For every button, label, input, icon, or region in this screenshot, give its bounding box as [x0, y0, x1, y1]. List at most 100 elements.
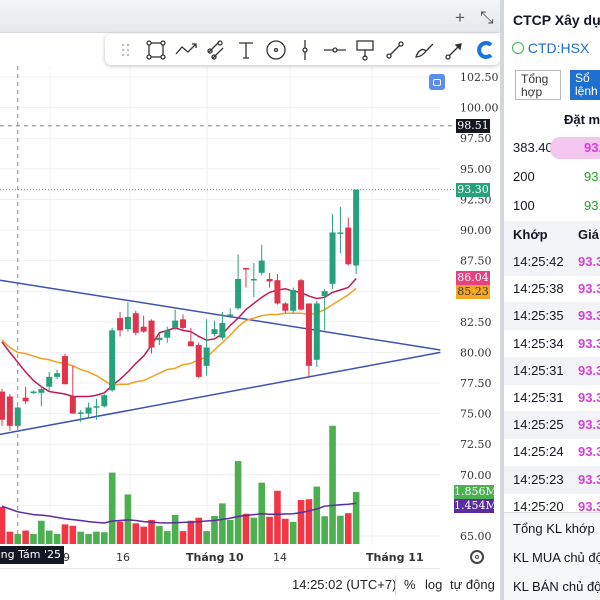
- log-toggle[interactable]: log: [425, 577, 442, 592]
- price-axis-label: 72.50: [460, 438, 492, 451]
- price-chart[interactable]: 102.50100.0097.5095.0092.5090.0087.5082.…: [0, 0, 500, 570]
- bid-header: Đặt mua: [564, 112, 600, 127]
- candle-body: [180, 319, 187, 328]
- order-row: 200 93.3: [504, 163, 600, 191]
- trade-price: 93.30: [578, 281, 600, 297]
- trade-price: 93.30: [578, 335, 600, 351]
- volume-bar: [289, 521, 297, 544]
- trades-time-header: Khớp: [513, 227, 548, 242]
- vertical-line-icon[interactable]: [291, 37, 321, 63]
- candle-body: [274, 280, 281, 304]
- arrow-tool-icon[interactable]: [440, 37, 470, 63]
- volume-bar: [101, 532, 108, 544]
- last-price-badge: 93.30: [456, 183, 490, 197]
- volume-bar: [274, 490, 281, 544]
- candle-body: [305, 303, 312, 366]
- trade-time: 14:25:31: [513, 362, 564, 378]
- callout-tool-icon[interactable]: [350, 37, 380, 63]
- order-book-panel: CTCP Xây dựng CTD:HSX Tổng hợp Sổ lệnh Đ…: [500, 0, 600, 600]
- price-axis-label: 100.00: [460, 102, 499, 115]
- candle-body: [172, 320, 179, 328]
- tab-order-book[interactable]: Sổ lệnh: [570, 70, 600, 100]
- trade-price: 93.30: [578, 417, 600, 433]
- auto-scale-toggle[interactable]: tự động: [450, 577, 495, 592]
- candle-body: [282, 303, 289, 311]
- drag-handle-icon[interactable]: [111, 37, 141, 63]
- volume-bar: [321, 516, 328, 544]
- volume-bar: [305, 499, 313, 544]
- candle-body: [187, 341, 194, 347]
- horizontal-line-icon[interactable]: [320, 37, 350, 63]
- trade-row: 14:25:25 93.30: [504, 411, 600, 440]
- volume-bar: [30, 533, 37, 544]
- volume-bar: [282, 518, 289, 544]
- settings-gear-icon[interactable]: [470, 550, 484, 564]
- candle-body: [329, 232, 336, 284]
- candle-body: [219, 323, 226, 338]
- volume-bar: [226, 519, 234, 544]
- trade-row: 14:25:23 93.30: [504, 465, 600, 494]
- volume-bar: [234, 461, 242, 544]
- volume-bar: [219, 503, 226, 544]
- time-tick: Tháng 11: [366, 551, 424, 564]
- candle-body: [337, 232, 344, 234]
- trade-price: 93.30: [578, 362, 600, 378]
- parallel-channel-icon[interactable]: [201, 37, 231, 63]
- volume-bar: [61, 524, 69, 544]
- tab-summary[interactable]: Tổng hợp: [515, 70, 561, 100]
- candle-body: [14, 407, 21, 426]
- candle-body: [46, 376, 53, 387]
- trade-price: 93.30: [578, 471, 600, 487]
- time-tick: 16: [116, 551, 130, 564]
- clock-time: 14:25:02 (UTC+7): [292, 577, 397, 592]
- volume-bar: [85, 533, 92, 544]
- volume-bar: [313, 486, 321, 544]
- candle-body: [117, 318, 124, 331]
- trade-price: 93.30: [578, 444, 600, 460]
- symbol-label: CTD:HSX: [527, 40, 590, 56]
- candle-body: [38, 389, 45, 393]
- candle-body: [93, 406, 100, 408]
- trade-price: 93.30: [578, 390, 600, 405]
- price-axis-label: 87.50: [460, 255, 492, 268]
- refresh-icon[interactable]: [470, 37, 500, 63]
- time-tick: Tháng 10: [186, 551, 244, 564]
- volume-bar: [53, 533, 61, 544]
- percent-toggle[interactable]: %: [404, 577, 416, 592]
- path-tool-icon[interactable]: [171, 37, 201, 63]
- time-tick: 9: [63, 551, 70, 564]
- candle-body: [124, 316, 131, 330]
- order-qty: 100: [513, 198, 535, 213]
- trend-line-icon[interactable]: [380, 37, 410, 63]
- candle-body: [353, 189, 360, 266]
- candle-body: [140, 326, 147, 332]
- volume-bar: [337, 515, 344, 544]
- candle-body: [321, 291, 328, 297]
- candle-body: [61, 356, 68, 385]
- candle-body: [0, 391, 5, 420]
- candle-body: [54, 373, 61, 377]
- brush-tool-icon[interactable]: [410, 37, 440, 63]
- symbol-row: CTD:HSX: [512, 40, 589, 56]
- volume-bar: [171, 514, 179, 544]
- volume-bar: [187, 520, 195, 544]
- crosshair-price-badge: 98.51: [456, 119, 490, 133]
- volume-bar: [163, 531, 171, 544]
- order-price: 93.3: [584, 169, 600, 184]
- candle-body: [250, 278, 257, 281]
- circle-tool-icon[interactable]: [261, 37, 291, 63]
- volume-bar: [352, 492, 360, 544]
- candle-body: [148, 320, 155, 348]
- trade-time: 14:25:25: [513, 417, 564, 433]
- candle-body: [242, 267, 249, 270]
- candle-body: [109, 330, 116, 391]
- time-axis[interactable]: 9 16 Tháng 10 14 Tháng 11: [0, 545, 440, 569]
- rectangle-tool-icon[interactable]: [141, 37, 171, 63]
- toggle-scale-button[interactable]: [429, 74, 445, 90]
- company-title: CTCP Xây dựng: [513, 12, 600, 28]
- candle-body: [195, 345, 202, 377]
- text-tool-icon[interactable]: [231, 37, 261, 63]
- volume-bar: [69, 525, 77, 544]
- trade-price: 93.30: [578, 254, 600, 269]
- time-tick: 14: [273, 551, 287, 564]
